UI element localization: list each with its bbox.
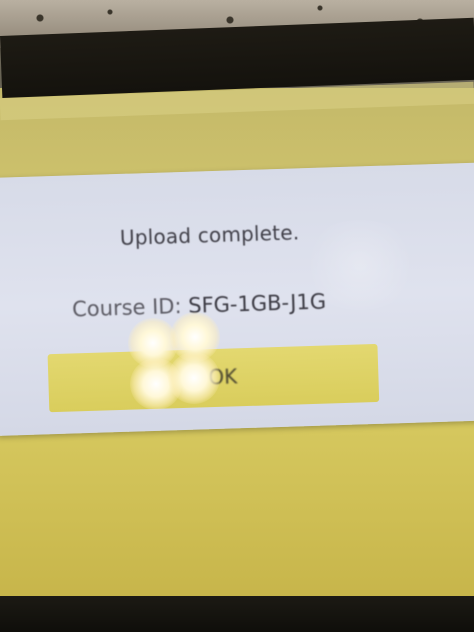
screen-smudge (300, 220, 420, 310)
course-id-value: SFG-1GB-J1G (187, 289, 327, 318)
flash-glare (168, 352, 220, 404)
upload-complete-message: Upload complete. (119, 220, 300, 250)
upload-complete-dialog: Upload complete. Course ID: SFG-1GB-J1G … (0, 162, 474, 436)
device-bezel-bottom (0, 596, 474, 632)
photo-frame: Upload complete. Course ID: SFG-1GB-J1G … (0, 0, 474, 632)
course-id-label: Course ID: (71, 294, 182, 322)
